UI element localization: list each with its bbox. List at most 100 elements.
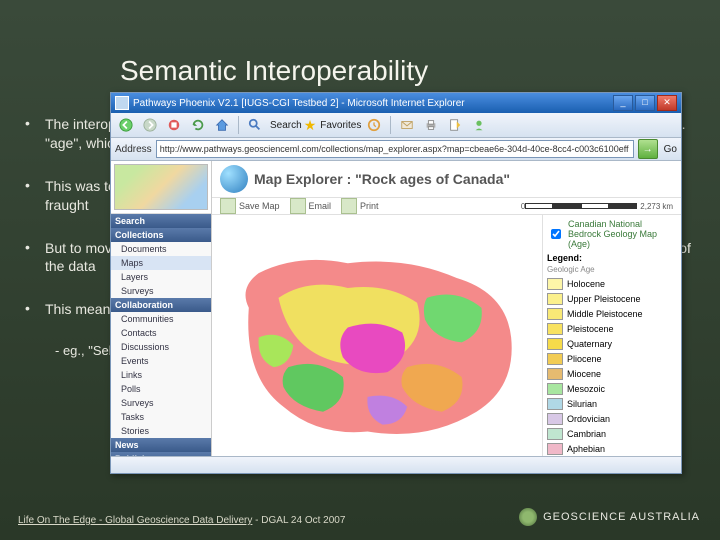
go-label: Go	[664, 144, 677, 155]
scale-bar: 0 2,273 km	[521, 202, 673, 211]
legend-item: Holocene	[547, 278, 677, 290]
legend-panel: Canadian National Bedrock Geology Map (A…	[542, 215, 681, 456]
legend-label: Upper Pleistocene	[567, 294, 641, 304]
main-panel: Map Explorer : "Rock ages of Canada" Sav…	[212, 161, 681, 456]
sidebar-item-links[interactable]: Links	[111, 368, 211, 382]
sidebar-item-layers[interactable]: Layers	[111, 270, 211, 284]
legend-heading: Legend:	[547, 253, 677, 263]
favicon	[115, 96, 129, 110]
sidebar-item-polls[interactable]: Polls	[111, 382, 211, 396]
sidebar-item-surveys[interactable]: Surveys	[111, 396, 211, 410]
close-button[interactable]: ✕	[657, 95, 677, 111]
legend-item: Quaternary	[547, 338, 677, 350]
layer-toggle[interactable]: Canadian National Bedrock Geology Map (A…	[547, 219, 677, 249]
stop-button[interactable]	[163, 114, 185, 136]
map-area: Canadian National Bedrock Geology Map (A…	[212, 215, 681, 456]
status-bar	[111, 456, 681, 473]
legend-swatch	[547, 293, 563, 305]
sidebar-thumbnail[interactable]	[111, 161, 211, 214]
sidebar-item-stories[interactable]: Stories	[111, 424, 211, 438]
map-title: Map Explorer : "Rock ages of Canada"	[254, 171, 510, 187]
minimize-button[interactable]: _	[613, 95, 633, 111]
print-map-button[interactable]: Print	[341, 198, 379, 214]
favorites-icon[interactable]: ★	[304, 117, 317, 134]
search-icon[interactable]	[244, 114, 266, 136]
search-label: Search	[270, 120, 302, 131]
geology-map-icon	[229, 236, 526, 456]
legend-swatch	[547, 428, 563, 440]
maximize-button[interactable]: □	[635, 95, 655, 111]
legend-item: Mesozoic	[547, 383, 677, 395]
legend-label: Silurian	[567, 399, 597, 409]
footer: Life On The Edge - Global Geoscience Dat…	[18, 515, 345, 526]
globe-icon	[519, 508, 537, 526]
mail-button[interactable]	[396, 114, 418, 136]
map-header: Map Explorer : "Rock ages of Canada"	[212, 161, 681, 198]
address-input[interactable]: http://www.pathways.geoscienceml.com/col…	[156, 140, 634, 158]
history-button[interactable]	[363, 114, 385, 136]
legend-label: Miocene	[567, 369, 601, 379]
titlebar[interactable]: Pathways Phoenix V2.1 [IUGS-CGI Testbed …	[111, 93, 681, 113]
legend-swatch	[547, 323, 563, 335]
legend-item: Pleistocene	[547, 323, 677, 335]
address-bar: Address http://www.pathways.geoscienceml…	[111, 138, 681, 161]
home-button[interactable]	[211, 114, 233, 136]
map-canvas[interactable]	[212, 215, 542, 456]
legend-swatch	[547, 368, 563, 380]
legend-label: Holocene	[567, 279, 605, 289]
sidebar-section-collaboration[interactable]: Collaboration	[111, 298, 211, 312]
legend-label: Quaternary	[567, 339, 612, 349]
legend-item: Upper Pleistocene	[547, 293, 677, 305]
slide-title: Semantic Interoperability	[120, 55, 428, 87]
legend-swatch	[547, 308, 563, 320]
footer-date: - DGAL 24 Oct 2007	[252, 515, 345, 526]
sidebar-section-search[interactable]: Search	[111, 214, 211, 228]
print-icon	[341, 198, 357, 214]
forward-button[interactable]	[139, 114, 161, 136]
legend-label: Cambrian	[567, 429, 606, 439]
email-button[interactable]: Email	[290, 198, 332, 214]
refresh-button[interactable]	[187, 114, 209, 136]
legend-item: Pliocene	[547, 353, 677, 365]
legend-item: Cambrian	[547, 428, 677, 440]
layer-checkbox[interactable]	[551, 229, 561, 239]
legend-item: Silurian	[547, 398, 677, 410]
email-icon	[290, 198, 306, 214]
legend-swatch	[547, 338, 563, 350]
address-label: Address	[115, 144, 152, 155]
sidebar-item-communities[interactable]: Communities	[111, 312, 211, 326]
legend-swatch	[547, 353, 563, 365]
back-button[interactable]	[115, 114, 137, 136]
messenger-button[interactable]	[468, 114, 490, 136]
nav-toolbar: Search ★ Favorites	[111, 113, 681, 138]
sidebar-item-maps[interactable]: Maps	[111, 256, 211, 270]
sidebar-item-documents[interactable]: Documents	[111, 242, 211, 256]
sidebar-item-surveys[interactable]: Surveys	[111, 284, 211, 298]
legend-swatch	[547, 278, 563, 290]
edit-button[interactable]	[444, 114, 466, 136]
sidebar-section-collections[interactable]: Collections	[111, 228, 211, 242]
map-toolbar: Save Map Email Print 0 2,273 km	[212, 198, 681, 215]
layer-label: Canadian National Bedrock Geology Map (A…	[568, 219, 677, 249]
legend-label: Mesozoic	[567, 384, 605, 394]
save-icon	[220, 198, 236, 214]
sidebar-item-discussions[interactable]: Discussions	[111, 340, 211, 354]
sidebar-section-news[interactable]: News	[111, 438, 211, 452]
sidebar-item-contacts[interactable]: Contacts	[111, 326, 211, 340]
legend-item: Ordovician	[547, 413, 677, 425]
legend-label: Aphebian	[567, 444, 605, 454]
legend-label: Pleistocene	[567, 324, 614, 334]
save-map-button[interactable]: Save Map	[220, 198, 280, 214]
legend-sub: Geologic Age	[547, 265, 677, 274]
brand-label: GEOSCIENCE AUSTRALIA	[543, 511, 700, 523]
footer-link: Life On The Edge - Global Geoscience Dat…	[18, 515, 252, 526]
print-button[interactable]	[420, 114, 442, 136]
go-button[interactable]: →	[638, 139, 658, 159]
legend-swatch	[547, 443, 563, 455]
brand: GEOSCIENCE AUSTRALIA	[519, 508, 700, 526]
sidebar-item-events[interactable]: Events	[111, 354, 211, 368]
sidebar-item-tasks[interactable]: Tasks	[111, 410, 211, 424]
browser-window: Pathways Phoenix V2.1 [IUGS-CGI Testbed …	[110, 92, 682, 474]
window-title: Pathways Phoenix V2.1 [IUGS-CGI Testbed …	[133, 98, 465, 109]
legend-label: Ordovician	[567, 414, 610, 424]
